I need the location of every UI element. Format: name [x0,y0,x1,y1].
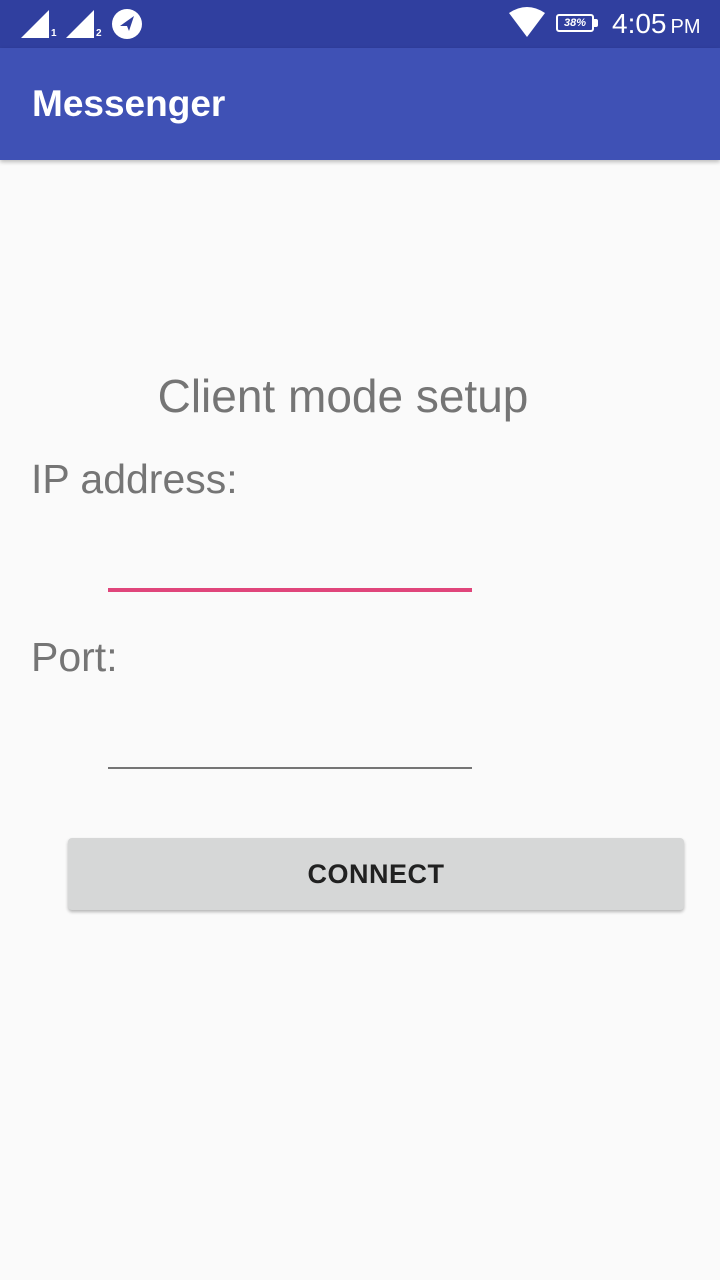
battery-tip [594,19,598,27]
clock-time: 4:05 [612,8,667,39]
location-arrow-icon [112,9,142,39]
connect-button[interactable]: CONNECT [68,838,684,910]
status-bar: 1 2 38% 4:05 PM [0,0,720,48]
page-heading: Client mode setup [157,370,529,422]
ip-address-input[interactable] [108,532,472,588]
sim-2-label: 2 [96,28,102,39]
port-label: Port: [31,634,118,680]
clock: 4:05 PM [612,6,701,42]
ip-address-underline [108,588,472,592]
app-title: Messenger [32,83,226,124]
sim-1-label: 1 [51,28,57,39]
signal-1-icon [21,10,49,38]
clock-ampm: PM [670,16,701,38]
signal-2-icon [66,10,94,38]
battery-percent: 38% [563,17,587,29]
port-input[interactable] [108,711,472,767]
wifi-icon [509,7,545,37]
app-bar: Messenger [0,48,720,160]
ip-address-label: IP address: [31,456,238,502]
battery-icon: 38% [556,14,594,32]
port-underline [108,767,472,769]
